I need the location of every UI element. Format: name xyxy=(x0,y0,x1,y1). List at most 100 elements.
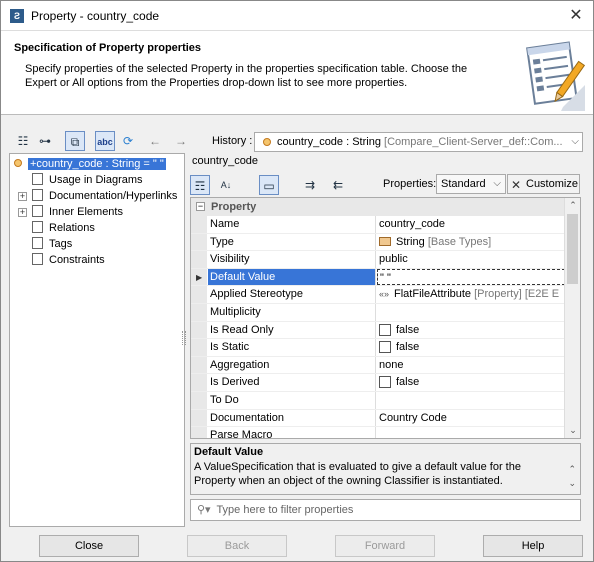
page-icon xyxy=(32,189,43,201)
property-value[interactable]: country_code xyxy=(377,216,565,233)
tree-item-documentation[interactable]: + Documentation/Hyperlinks xyxy=(18,188,177,204)
static-checkbox[interactable] xyxy=(379,341,391,354)
row-multiplicity[interactable]: Multiplicity xyxy=(191,304,565,322)
property-value[interactable] xyxy=(377,427,565,438)
show-inherited-icon[interactable]: ⧉ xyxy=(65,131,85,151)
checkbox-value: false xyxy=(396,341,420,354)
collapse-all-icon[interactable]: ⇇ xyxy=(328,175,348,195)
property-name: Applied Stereotype xyxy=(208,286,376,303)
description-scroll-icon[interactable]: ⌃ ⌄ xyxy=(568,462,576,490)
expand-all-icon[interactable]: ⇉ xyxy=(300,175,320,195)
properties-mode-value: Standard xyxy=(441,178,486,190)
back-button[interactable]: Back xyxy=(187,535,287,557)
property-value[interactable]: false xyxy=(377,339,565,356)
close-button[interactable]: Close xyxy=(39,535,139,557)
read-only-checkbox[interactable] xyxy=(379,323,391,336)
search-icon: ⚲▾ xyxy=(197,504,211,516)
forward-arrow-icon[interactable]: → xyxy=(171,131,191,151)
customize-button[interactable]: ✕ Customize xyxy=(507,174,580,194)
property-name: Name xyxy=(208,216,376,233)
row-type[interactable]: Type String [Base Types] xyxy=(191,233,565,252)
title-bar: Ƨ Property - country_code ✕ xyxy=(1,1,593,31)
history-label: History : xyxy=(212,135,253,147)
row-documentation[interactable]: Documentation Country Code xyxy=(191,409,565,428)
row-visibility[interactable]: Visibility public xyxy=(191,251,565,269)
row-default-value[interactable]: ▶ Default Value " " xyxy=(191,268,565,287)
row-name[interactable]: Name country_code xyxy=(191,216,565,234)
scroll-up-icon[interactable]: ⌃ xyxy=(565,200,580,211)
row-gutter xyxy=(191,356,207,374)
properties-mode-dropdown[interactable]: Standard ⌵ xyxy=(436,174,506,194)
row-applied-stereotype[interactable]: Applied Stereotype «» FlatFileAttribute [P… xyxy=(191,286,565,304)
specification-window: Ƨ Property - country_code ✕ Specificatio… xyxy=(0,0,594,562)
tree-item-relations[interactable]: Relations xyxy=(32,220,95,236)
tree-item-inner-elements[interactable]: + Inner Elements xyxy=(18,204,123,220)
property-name: Default Value xyxy=(208,268,376,286)
property-group-header[interactable]: − Property xyxy=(191,198,565,216)
tree-view-icon[interactable]: ⊶ xyxy=(35,131,55,151)
forward-button[interactable]: Forward xyxy=(335,535,435,557)
specification-tree: +country_code : String = " " Usage in Di… xyxy=(9,153,185,527)
properties-mode-label: Properties: xyxy=(383,178,437,190)
row-gutter xyxy=(191,392,207,409)
class-icon xyxy=(379,236,391,246)
scroll-down-icon[interactable]: ⌄ xyxy=(565,425,580,436)
splitter-handle[interactable] xyxy=(182,331,186,345)
collapse-icon[interactable]: − xyxy=(196,202,205,211)
property-name: To Do xyxy=(208,392,376,409)
property-value[interactable]: false xyxy=(377,374,565,391)
row-gutter xyxy=(191,427,207,438)
close-window-icon[interactable]: ✕ xyxy=(559,1,593,31)
spell-check-icon[interactable]: abc xyxy=(95,131,115,151)
row-is-derived[interactable]: Is Derived false xyxy=(191,374,565,392)
page-icon xyxy=(32,205,43,217)
page-icon xyxy=(32,253,43,265)
description-text: A ValueSpecification that is evaluated t… xyxy=(194,461,521,487)
tree-item-constraints[interactable]: Constraints xyxy=(32,252,105,268)
type-owner: [Base Types] xyxy=(427,235,492,248)
row-aggregation[interactable]: Aggregation none xyxy=(191,356,565,375)
customize-label: Customize xyxy=(526,178,578,190)
specification-notepad-icon xyxy=(526,41,585,111)
property-name: Parse Macro xyxy=(208,427,376,438)
refresh-icon[interactable]: ⟳ xyxy=(118,131,138,151)
description-toggle-icon[interactable]: ▭ xyxy=(259,175,279,195)
property-value[interactable] xyxy=(377,392,565,409)
list-view-icon[interactable]: ☷ xyxy=(13,131,33,151)
filter-field[interactable]: ⚲▾ Type here to filter properties xyxy=(190,499,581,521)
categorized-view-icon[interactable]: ☶ xyxy=(190,175,210,195)
property-value[interactable]: " " xyxy=(377,268,565,286)
history-dropdown[interactable]: country_code : String [Compare_Client-Se… xyxy=(254,132,583,152)
expand-icon[interactable]: + xyxy=(18,208,27,217)
row-to-do[interactable]: To Do xyxy=(191,392,565,410)
tree-root-item[interactable]: +country_code : String = " " xyxy=(14,156,166,172)
row-is-read-only[interactable]: Is Read Only false xyxy=(191,321,565,340)
property-value[interactable]: Country Code xyxy=(377,410,565,427)
row-parse-macro[interactable]: Parse Macro xyxy=(191,427,565,438)
help-button[interactable]: Help xyxy=(483,535,583,557)
row-gutter xyxy=(191,286,207,303)
property-value[interactable]: false xyxy=(377,322,565,339)
panel-title: country_code xyxy=(192,155,259,167)
property-name: Multiplicity xyxy=(208,304,376,321)
property-value[interactable]: none xyxy=(377,357,565,374)
grid-scrollbar[interactable]: ⌃ ⌄ xyxy=(564,198,580,438)
derived-checkbox[interactable] xyxy=(379,376,391,389)
stereotype-value: FlatFileAttribute xyxy=(394,288,472,301)
property-value[interactable]: «» FlatFileAttribute [Property] [E2E E xyxy=(377,286,565,303)
property-name: Aggregation xyxy=(208,356,376,374)
property-value[interactable]: String [Base Types] xyxy=(377,234,565,251)
property-value[interactable]: public xyxy=(377,251,565,268)
property-value[interactable] xyxy=(377,304,565,321)
tree-item-label: Usage in Diagrams xyxy=(49,174,143,186)
scrollbar-thumb[interactable] xyxy=(567,214,578,284)
tree-item-usage-in-diagrams[interactable]: Usage in Diagrams xyxy=(32,172,143,188)
page-icon xyxy=(32,237,43,249)
current-row-icon: ▶ xyxy=(196,272,203,282)
back-arrow-icon[interactable]: ← xyxy=(145,131,165,151)
tree-item-tags[interactable]: Tags xyxy=(32,236,72,252)
row-is-static[interactable]: Is Static false xyxy=(191,339,565,357)
tree-item-label: Inner Elements xyxy=(49,206,123,218)
expand-icon[interactable]: + xyxy=(18,192,27,201)
sort-alphabetically-icon[interactable]: A↓ xyxy=(216,175,236,195)
